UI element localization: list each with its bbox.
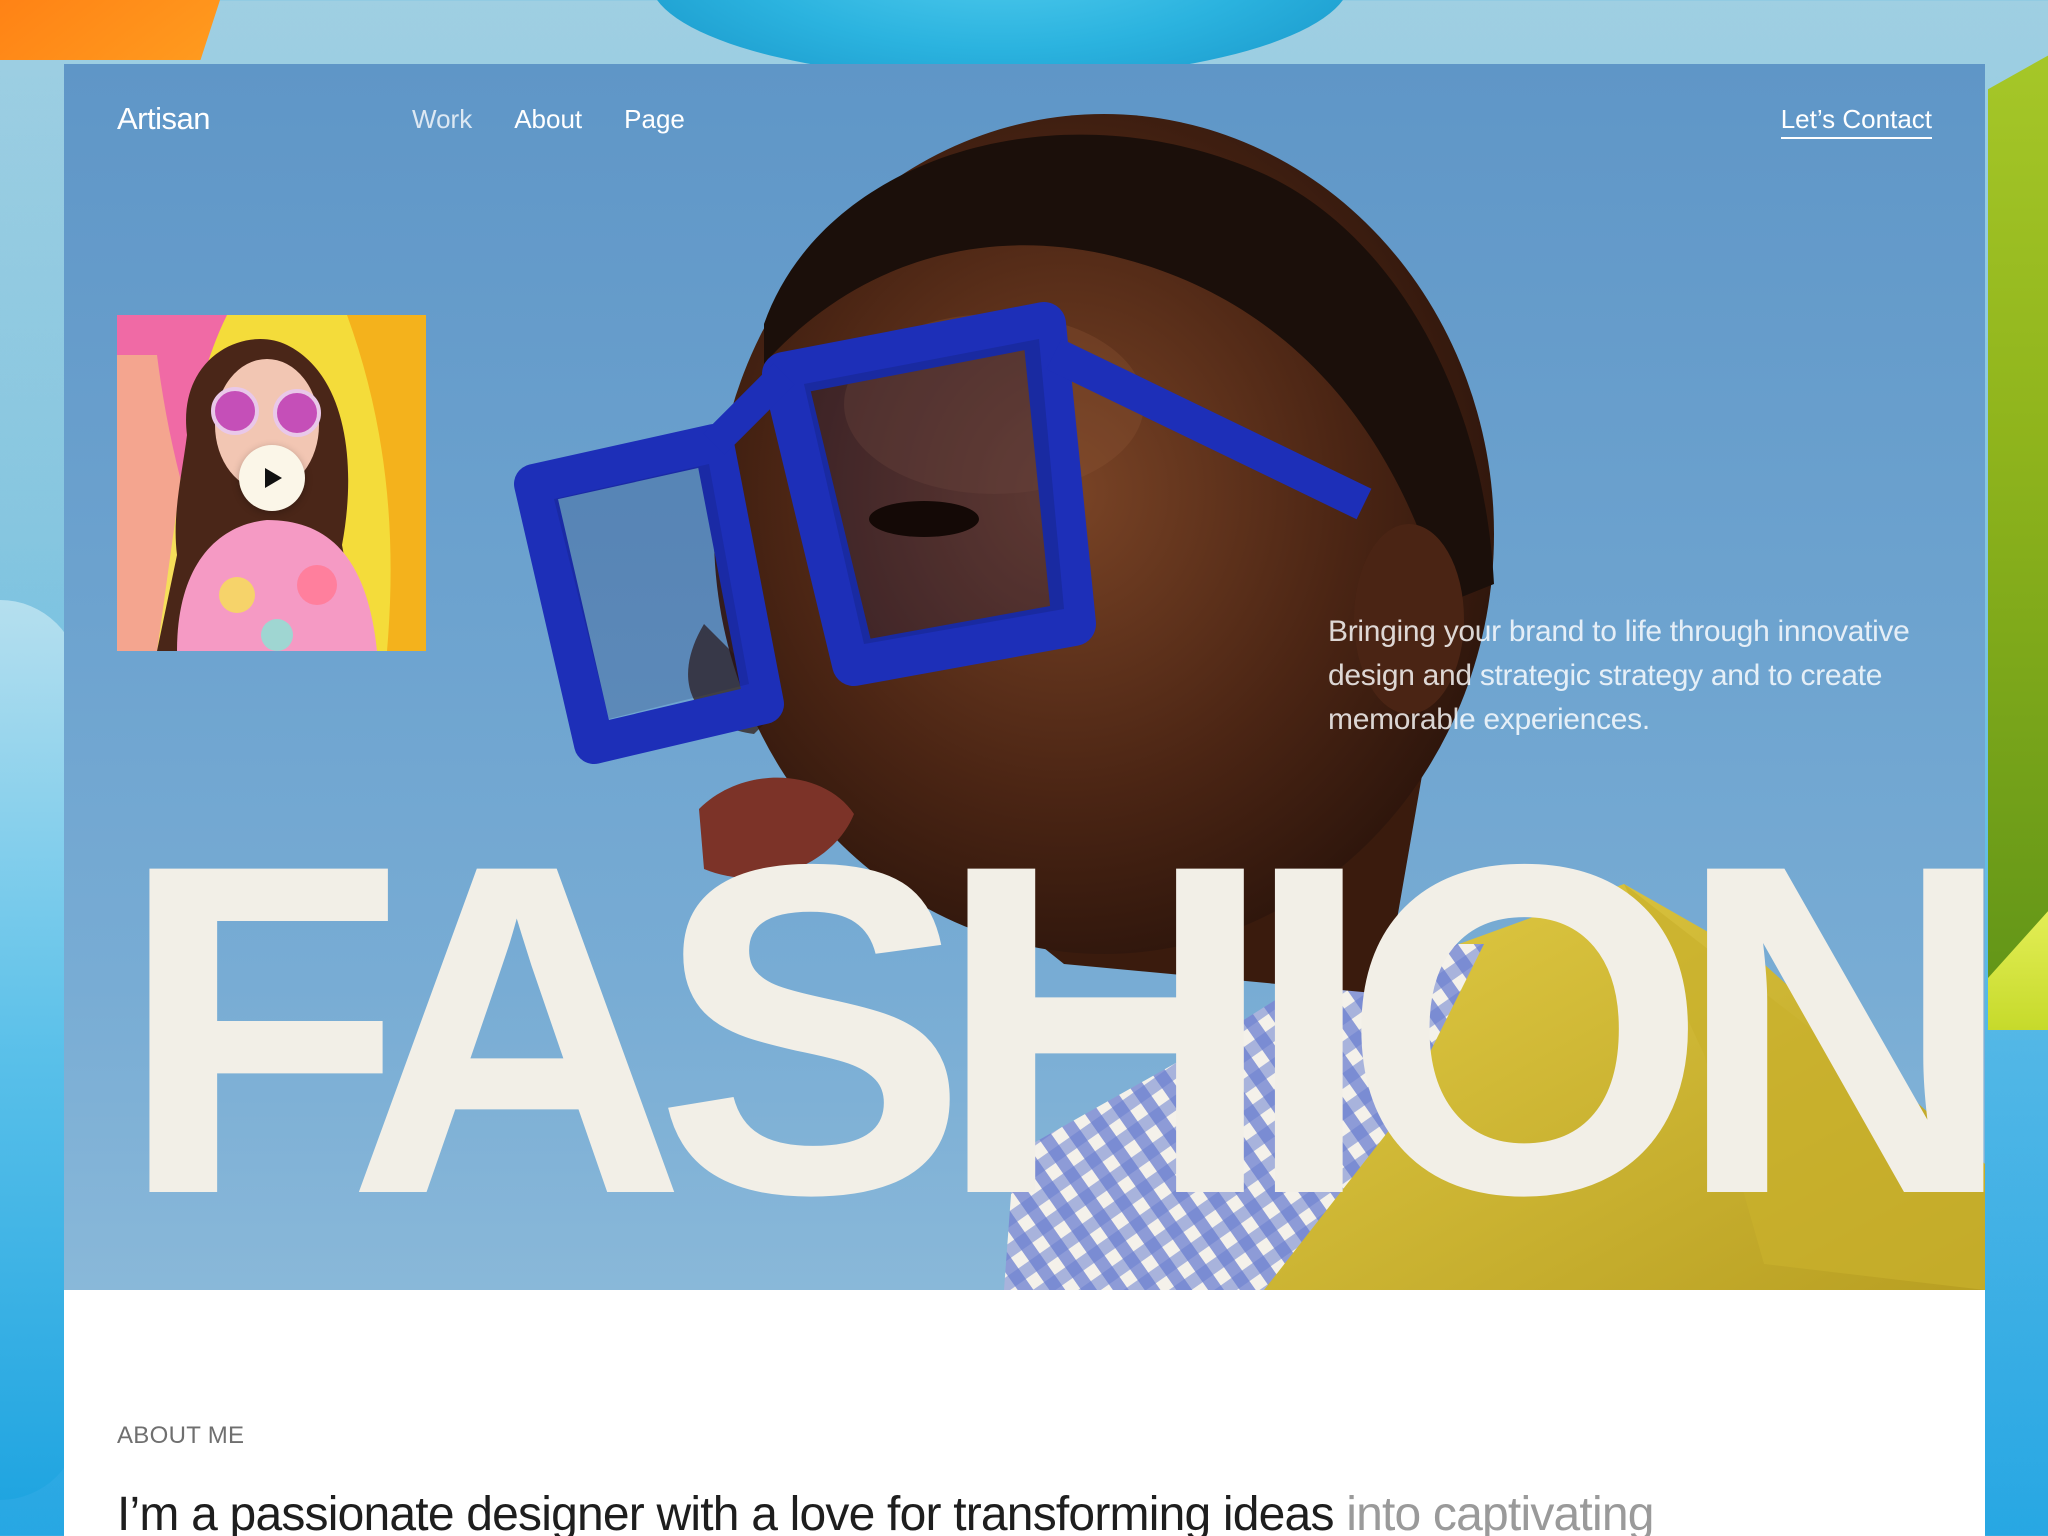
nav-link-work[interactable]: Work bbox=[412, 104, 472, 135]
play-icon bbox=[265, 468, 282, 488]
hero-section: Artisan Work About Page Let’s Contact Br… bbox=[64, 64, 1985, 1290]
about-intro-text: I’m a passionate designer with a love fo… bbox=[117, 1484, 1937, 1536]
about-section-label: ABOUT ME bbox=[117, 1422, 245, 1449]
main-nav: Work About Page bbox=[412, 104, 685, 135]
nav-link-about[interactable]: About bbox=[514, 104, 582, 135]
hero-tagline: Bringing your brand to life through inno… bbox=[1328, 615, 1910, 736]
play-button[interactable] bbox=[239, 445, 305, 511]
website-card: Artisan Work About Page Let’s Contact Br… bbox=[64, 64, 1985, 1536]
about-intro-strong: I’m a passionate designer with a love fo… bbox=[117, 1488, 1334, 1536]
nav-link-page[interactable]: Page bbox=[624, 104, 685, 135]
brand-logo[interactable]: Artisan bbox=[117, 101, 210, 137]
hero-headline: FASHION bbox=[118, 767, 1985, 1290]
video-thumbnail[interactable] bbox=[117, 315, 426, 651]
about-intro-faded: into captivating bbox=[1346, 1488, 1654, 1536]
backdrop-right-green-shape bbox=[1988, 50, 2048, 1030]
contact-link[interactable]: Let’s Contact bbox=[1780, 104, 1932, 139]
backdrop-orange-shape bbox=[0, 0, 240, 60]
